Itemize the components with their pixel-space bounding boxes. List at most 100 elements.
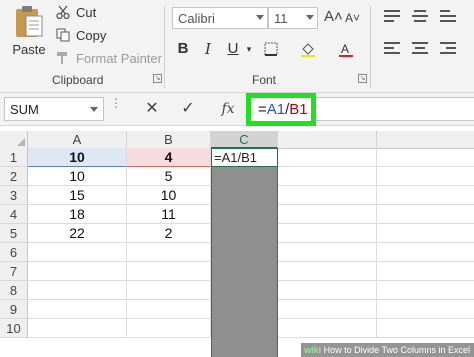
cell-e6[interactable] — [377, 243, 474, 262]
cell-d1[interactable] — [278, 148, 377, 167]
cell-e5[interactable] — [377, 224, 474, 243]
cell-c1-active[interactable]: =A1/B1 — [211, 148, 278, 167]
font-color-button[interactable]: A — [336, 38, 356, 60]
font-launcher-icon[interactable]: ↘ — [358, 74, 367, 83]
row-header-9[interactable]: 9 — [0, 300, 28, 319]
fill-color-button[interactable] — [298, 38, 318, 60]
paste-label: Paste — [12, 42, 46, 57]
format-painter-label: Format Painter — [76, 50, 162, 66]
cell-d8[interactable] — [278, 281, 377, 300]
cut-button[interactable]: Cut — [56, 2, 96, 22]
name-box[interactable]: SUM — [4, 97, 104, 121]
cell-a4[interactable]: 18 — [28, 205, 127, 224]
cell-e4[interactable] — [377, 205, 474, 224]
select-all-button[interactable] — [0, 131, 28, 149]
row-header-2[interactable]: 2 — [0, 167, 28, 186]
selected-column-c[interactable] — [211, 148, 278, 357]
formula-input-extension[interactable] — [316, 97, 474, 121]
align-left-icon[interactable] — [384, 42, 400, 57]
column-header-b[interactable]: B — [127, 131, 211, 149]
cell-e3[interactable] — [377, 186, 474, 205]
formula-input[interactable]: =A1/B1 — [246, 93, 316, 126]
cell-a7[interactable] — [28, 262, 127, 281]
font-name-dropdown[interactable]: Calibri — [172, 7, 268, 29]
borders-button[interactable] — [262, 38, 280, 60]
bold-button[interactable]: B — [176, 38, 190, 60]
cell-d2[interactable] — [278, 167, 377, 186]
column-header-c[interactable]: C — [211, 131, 278, 149]
cell-d4[interactable] — [278, 205, 377, 224]
cell-a6[interactable] — [28, 243, 127, 262]
cell-b5[interactable]: 2 — [127, 224, 211, 243]
copy-button[interactable]: Copy — [56, 25, 106, 45]
row-header-4[interactable]: 4 — [0, 205, 28, 224]
cell-d6[interactable] — [278, 243, 377, 262]
cell-e10[interactable] — [377, 319, 474, 338]
insert-function-button[interactable]: fx — [216, 97, 240, 121]
row-header-1[interactable]: 1 — [0, 148, 28, 167]
cancel-formula-button[interactable]: ✕ — [140, 97, 164, 121]
grow-font-button[interactable]: A˄ — [324, 8, 343, 25]
paste-button[interactable]: Paste — [6, 4, 52, 68]
cell-a2[interactable]: 10 — [28, 167, 127, 186]
cell-e7[interactable] — [377, 262, 474, 281]
cell-d9[interactable] — [278, 300, 377, 319]
formula-ref-a1: A1 — [266, 101, 286, 118]
cell-a8[interactable] — [28, 281, 127, 300]
cell-d5[interactable] — [278, 224, 377, 243]
shrink-font-button[interactable]: A˅ — [345, 11, 360, 25]
align-right-icon[interactable] — [440, 42, 456, 57]
copy-label: Copy — [76, 27, 107, 43]
watermark-text: How to Divide Two Columns in Excel — [323, 345, 470, 355]
clipboard-launcher-icon[interactable]: ↘ — [153, 74, 162, 83]
svg-text:A: A — [341, 42, 349, 56]
enter-formula-button[interactable]: ✓ — [176, 97, 200, 121]
cell-b9[interactable] — [127, 300, 211, 319]
chevron-down-icon: ▾ — [246, 44, 252, 54]
cell-a3[interactable]: 15 — [28, 186, 127, 205]
row-header-6[interactable]: 6 — [0, 243, 28, 262]
ribbon: Paste Cut Copy Format Painter Clipboard … — [0, 0, 474, 93]
scissors-icon — [56, 5, 70, 19]
cell-e9[interactable] — [377, 300, 474, 319]
cell-b8[interactable] — [127, 281, 211, 300]
cell-b3[interactable]: 10 — [127, 186, 211, 205]
cell-d10[interactable] — [278, 319, 377, 338]
align-top-icon[interactable] — [384, 10, 400, 25]
column-header-d[interactable] — [278, 131, 377, 149]
row-header-8[interactable]: 8 — [0, 281, 28, 300]
cell-b10[interactable] — [127, 319, 211, 338]
cell-e8[interactable] — [377, 281, 474, 300]
cell-b7[interactable] — [127, 262, 211, 281]
cell-b4[interactable]: 11 — [127, 205, 211, 224]
cell-d3[interactable] — [278, 186, 377, 205]
underline-dropdown[interactable]: ▾ — [244, 38, 254, 60]
formula-bar-grip-icon[interactable]: ⋮ — [110, 97, 122, 109]
row-header-10[interactable]: 10 — [0, 319, 28, 338]
cell-b1[interactable]: 4 — [127, 148, 211, 167]
cell-a9[interactable] — [28, 300, 127, 319]
italic-button[interactable]: I — [202, 38, 214, 60]
align-middle-icon[interactable] — [412, 10, 428, 25]
underline-button[interactable]: U — [226, 38, 240, 60]
align-center-icon[interactable] — [412, 42, 428, 57]
chevron-down-icon — [90, 107, 98, 112]
format-painter-button[interactable]: Format Painter — [56, 48, 162, 68]
cell-e2[interactable] — [377, 167, 474, 186]
formula-prefix: = — [258, 101, 267, 118]
paint-bucket-icon — [301, 43, 315, 57]
row-header-5[interactable]: 5 — [0, 224, 28, 243]
cell-b2[interactable]: 5 — [127, 167, 211, 186]
cell-a5[interactable]: 22 — [28, 224, 127, 243]
cell-a1[interactable]: 10 — [28, 148, 127, 167]
column-header-e[interactable] — [377, 131, 474, 149]
row-header-3[interactable]: 3 — [0, 186, 28, 205]
cell-b6[interactable] — [127, 243, 211, 262]
font-size-dropdown[interactable]: 11 — [268, 7, 318, 29]
cell-d7[interactable] — [278, 262, 377, 281]
column-header-a[interactable]: A — [28, 131, 127, 149]
align-bottom-icon[interactable] — [440, 10, 456, 25]
cell-a10[interactable] — [28, 319, 127, 338]
row-header-7[interactable]: 7 — [0, 262, 28, 281]
cell-e1[interactable] — [377, 148, 474, 167]
